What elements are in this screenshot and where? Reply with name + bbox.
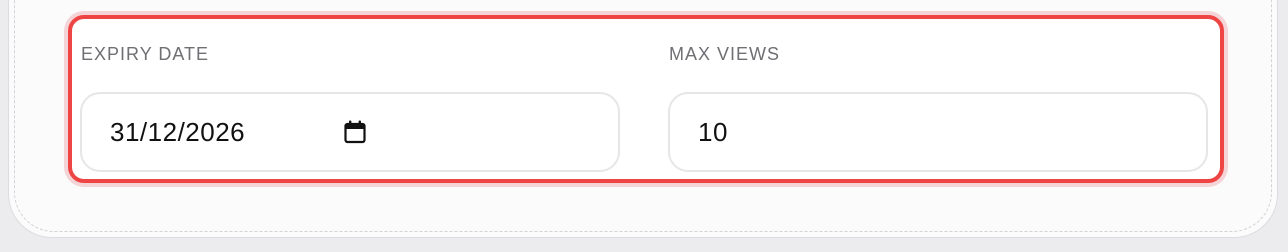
expiry-date-label: EXPIRY DATE [81, 44, 210, 64]
max-views-input[interactable]: 10 [668, 92, 1208, 172]
max-views-value: 10 [698, 116, 728, 147]
expiry-date-value: 31/12/2026 [110, 116, 246, 147]
expiry-date-input[interactable]: 31/12/2026 [80, 92, 620, 172]
calendar-icon[interactable] [344, 120, 366, 144]
max-views-label: MAX VIEWS [669, 44, 781, 64]
